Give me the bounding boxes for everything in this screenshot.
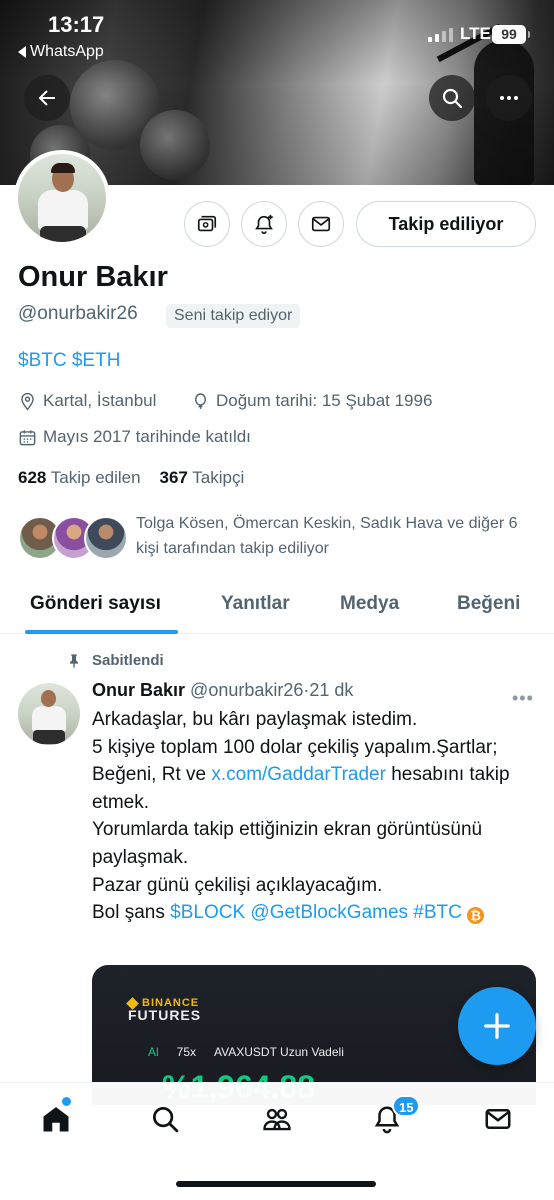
battery-icon: 99 xyxy=(492,25,530,44)
calendar-icon xyxy=(19,429,36,445)
tweet-text[interactable]: Arkadaşlar, bu kârı paylaşmak istedim. 5… xyxy=(92,706,542,927)
bell-plus-icon xyxy=(255,214,273,234)
home-indicator[interactable] xyxy=(176,1181,376,1187)
tweet-author-avatar[interactable] xyxy=(18,683,80,745)
futures-label: FUTURES xyxy=(128,1007,202,1023)
back-to-app-link[interactable]: WhatsApp xyxy=(18,43,104,61)
tab-replies[interactable]: Yanıtlar xyxy=(221,593,290,615)
status-bar: 13:17 WhatsApp LTE 99 xyxy=(0,0,554,66)
birthday-text: Doğum tarihi: 15 Şubat 1996 xyxy=(216,391,433,410)
back-app-label: WhatsApp xyxy=(30,43,104,60)
trade-pair: AVAXUSDT Uzun Vadeli xyxy=(214,1045,344,1059)
trade-leverage: 75x xyxy=(176,1045,197,1059)
tweet-author-handle[interactable]: @onurbakir26 xyxy=(190,680,303,700)
messages-icon xyxy=(485,1109,511,1129)
pin-icon xyxy=(70,653,78,668)
profile-handle: @onurbakir26 xyxy=(18,303,138,324)
followed-by-text[interactable]: Tolga Kösen, Ömercan Keskin, Sadık Hava … xyxy=(136,511,536,561)
search-icon xyxy=(153,1107,179,1133)
network-type: LTE xyxy=(460,24,491,43)
nav-messages[interactable] xyxy=(480,1101,516,1137)
compose-post-button[interactable] xyxy=(458,987,536,1065)
more-horizontal-icon xyxy=(500,96,518,100)
following-label: Takip edilen xyxy=(50,468,141,487)
tweet-line: Beğeni, Rt ve x.com/GaddarTrader hesabın… xyxy=(92,761,542,816)
profile-avatar[interactable] xyxy=(14,150,110,246)
trade-row: Al 75x AVAXUSDT Uzun Vadeli xyxy=(148,1045,344,1059)
subscriptions-button[interactable] xyxy=(184,201,230,247)
plus-icon xyxy=(484,1013,510,1039)
tweet-line-text: Beğeni, Rt ve xyxy=(92,764,212,786)
follow-counts: 628 Takip edilen 367 Takipçi xyxy=(18,468,244,488)
notifications-badge: 15 xyxy=(392,1095,421,1117)
bitcoin-emoji-icon: ₿ xyxy=(467,907,485,925)
tweet-line-text: Bol şans xyxy=(92,902,171,924)
more-button[interactable] xyxy=(486,75,532,121)
location-pin-icon xyxy=(21,392,34,410)
tweet-time[interactable]: 21 dk xyxy=(309,680,353,700)
arrow-left-icon xyxy=(38,90,55,106)
profile-name: Onur Bakır xyxy=(18,261,168,293)
profile-tabs: Gönderi sayısı Yanıtlar Medya Beğeni xyxy=(0,576,554,634)
tweet-line: 5 kişiye toplam 100 dolar çekiliş yapalı… xyxy=(92,736,498,758)
envelope-icon xyxy=(311,216,331,232)
tweet-header: Onur Bakır @onurbakir26·21 dk xyxy=(92,680,353,701)
tweet-line: Yorumlarda takip ettiğinizin ekran görün… xyxy=(92,819,483,868)
tab-media[interactable]: Medya xyxy=(340,593,399,615)
subscriptions-icon xyxy=(197,215,217,232)
message-button[interactable] xyxy=(298,201,344,247)
search-button[interactable] xyxy=(429,75,475,121)
tweet-link[interactable]: x.com/GaddarTrader xyxy=(211,764,386,785)
profile-birthday: Doğum tarihi: 15 Şubat 1996 xyxy=(191,391,432,411)
nav-search[interactable] xyxy=(147,1101,183,1137)
following-count: 628 xyxy=(18,468,47,487)
active-tab-indicator xyxy=(25,630,178,634)
tab-posts[interactable]: Gönderi sayısı xyxy=(30,593,161,615)
followers-label: Takipçi xyxy=(192,468,245,487)
communities-icon xyxy=(263,1108,291,1131)
tweet-line: Arkadaşlar, bu kârı paylaşmak istedim. xyxy=(92,709,418,730)
signal-icon xyxy=(428,28,453,42)
follows-you-badge: Seni takip ediyor xyxy=(166,304,301,328)
mutual-follower-avatar xyxy=(84,516,128,560)
back-button[interactable] xyxy=(24,75,70,121)
profile-location: Kartal, İstanbul xyxy=(18,391,156,411)
nav-home[interactable] xyxy=(38,1101,74,1137)
following-link[interactable]: 628 Takip edilen xyxy=(18,468,141,487)
followers-link[interactable]: 367 Takipçi xyxy=(159,468,244,487)
notify-button[interactable] xyxy=(241,201,287,247)
profile-bio[interactable]: $BTC $ETH xyxy=(18,350,120,372)
location-text: Kartal, İstanbul xyxy=(43,391,157,410)
trade-side: Al xyxy=(148,1045,159,1059)
status-time: 13:17 xyxy=(48,12,105,37)
followers-count: 367 xyxy=(159,468,188,487)
tab-likes[interactable]: Beğeni xyxy=(457,593,520,615)
back-triangle-icon xyxy=(18,46,26,58)
profile-joined: Mayıs 2017 tarihinde katıldı xyxy=(18,427,251,447)
pinned-text: Sabitlendi xyxy=(92,652,164,669)
following-button[interactable]: Takip ediliyor xyxy=(356,201,536,247)
home-unread-dot xyxy=(62,1097,71,1106)
balloon-icon xyxy=(195,392,206,409)
tweet-author-name[interactable]: Onur Bakır xyxy=(92,680,185,700)
tweet-line: Pazar günü çekilişi açıklayacağım. xyxy=(92,874,383,896)
search-icon xyxy=(442,88,463,109)
tweet-hashtags[interactable]: $BLOCK @GetBlockGames #BTC xyxy=(170,902,462,923)
tweet-line: Bol şans $BLOCK @GetBlockGames #BTC ₿ xyxy=(92,899,542,927)
joined-text: Mayıs 2017 tarihinde katıldı xyxy=(43,427,251,446)
nav-communities[interactable] xyxy=(259,1101,295,1137)
home-icon xyxy=(43,1107,69,1132)
pinned-label: Sabitlendi xyxy=(66,652,164,669)
